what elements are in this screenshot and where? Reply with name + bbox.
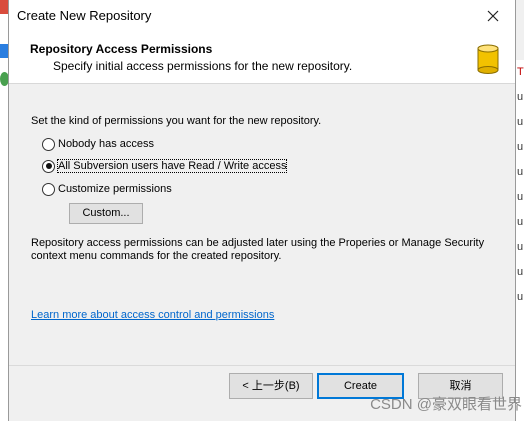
background-row: u [517,241,524,253]
close-icon [487,10,499,21]
background-row: u [517,91,524,103]
custom-button[interactable]: Custom... [69,203,143,224]
radio-customize[interactable]: Customize permissions [42,181,172,197]
background-row: u [517,266,524,278]
page-subtitle: Specify initial access permissions for t… [53,59,353,73]
back-button[interactable]: < 上一步(B) [229,373,313,399]
radio-label[interactable]: Nobody has access [58,138,154,150]
background-row: u [517,166,524,178]
background-row: u [517,116,524,128]
learn-more-link[interactable]: Learn more about access control and perm… [31,309,274,321]
background-row: u [517,216,524,228]
radio-nobody-access[interactable]: Nobody has access [42,136,154,152]
dialog-titlebar[interactable]: Create New Repository [9,0,515,31]
database-icon [477,44,499,74]
radio-label[interactable]: All Subversion users have Read / Write a… [56,159,288,173]
permissions-note: Repository access permissions can be adj… [31,237,485,262]
background-row: u [517,191,524,203]
radio-circle-selected[interactable] [42,159,55,173]
watermark: CSDN @豪双眼看世界 [370,396,522,413]
page-title: Repository Access Permissions [30,42,213,56]
background-row: u [517,141,524,153]
wizard-header: Repository Access Permissions Specify in… [9,31,515,84]
background-row: T [517,66,524,78]
radio-circle[interactable] [42,182,55,196]
close-button[interactable] [471,0,515,31]
intro-text: Set the kind of permissions you want for… [31,115,322,127]
radio-all-users-rw[interactable]: All Subversion users have Read / Write a… [42,158,288,174]
dialog-title: Create New Repository [17,8,152,23]
background-row: u [517,291,524,303]
radio-label[interactable]: Customize permissions [58,183,172,195]
radio-circle[interactable] [42,137,55,151]
create-repository-dialog: Create New Repository Repository Access … [8,0,516,421]
background-window-right-edge: T u u u u u u u u u [515,60,524,421]
